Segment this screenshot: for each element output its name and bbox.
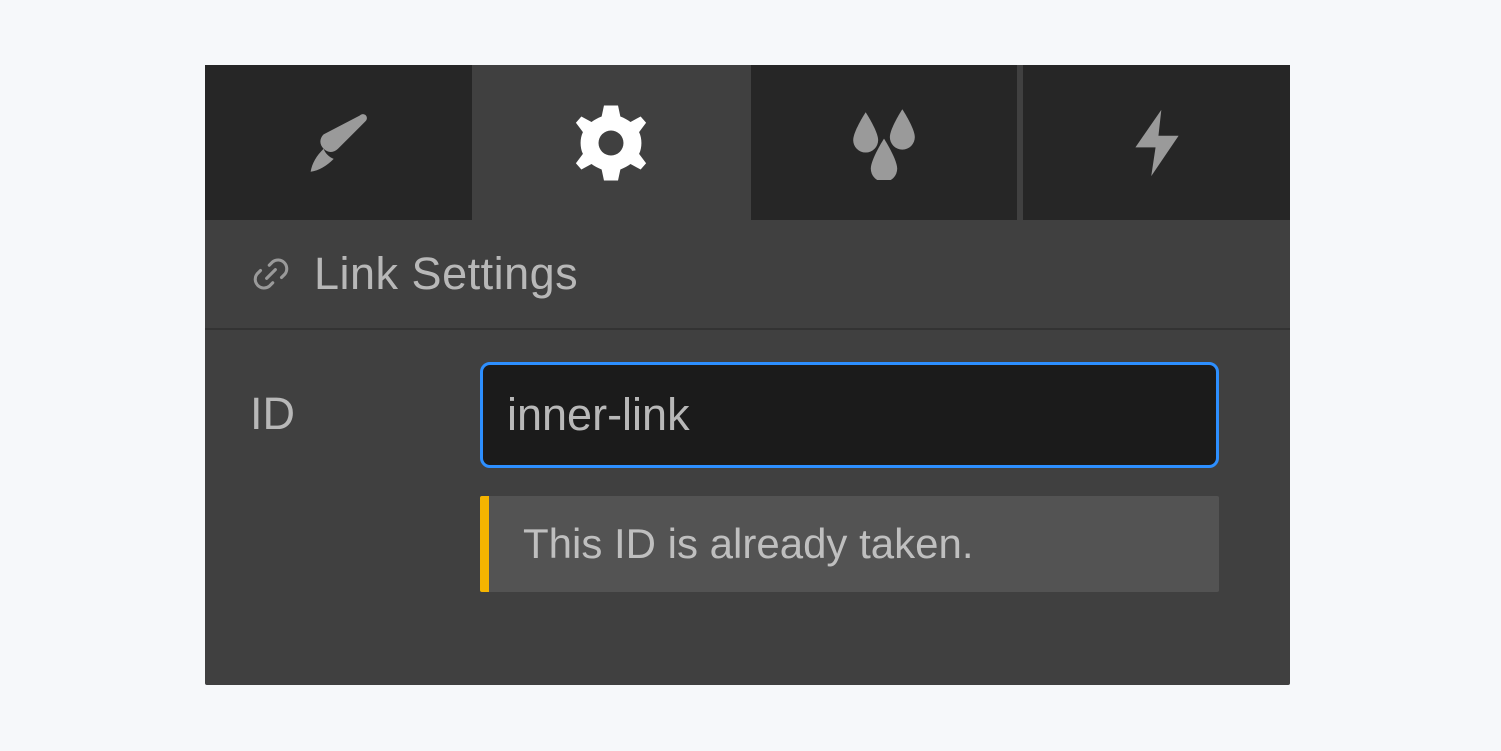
tab-settings[interactable] bbox=[478, 65, 745, 220]
settings-panel: Link Settings ID This ID is already take… bbox=[205, 65, 1290, 685]
bolt-icon bbox=[1127, 107, 1187, 179]
gear-icon bbox=[572, 104, 650, 182]
drops-icon bbox=[840, 106, 928, 180]
field-id-label: ID bbox=[250, 362, 450, 440]
section-title: Link Settings bbox=[314, 248, 578, 300]
tab-actions[interactable] bbox=[1023, 65, 1290, 220]
link-icon bbox=[250, 253, 292, 295]
tab-style[interactable] bbox=[205, 65, 472, 220]
panel-tabs bbox=[205, 65, 1290, 220]
id-warning-message: This ID is already taken. bbox=[480, 496, 1219, 592]
brush-icon bbox=[302, 107, 374, 179]
field-id-column: This ID is already taken. bbox=[480, 362, 1250, 592]
id-input[interactable] bbox=[480, 362, 1219, 468]
tab-effects[interactable] bbox=[751, 65, 1018, 220]
field-id-row: ID This ID is already taken. bbox=[205, 330, 1290, 592]
section-header: Link Settings bbox=[205, 220, 1290, 330]
